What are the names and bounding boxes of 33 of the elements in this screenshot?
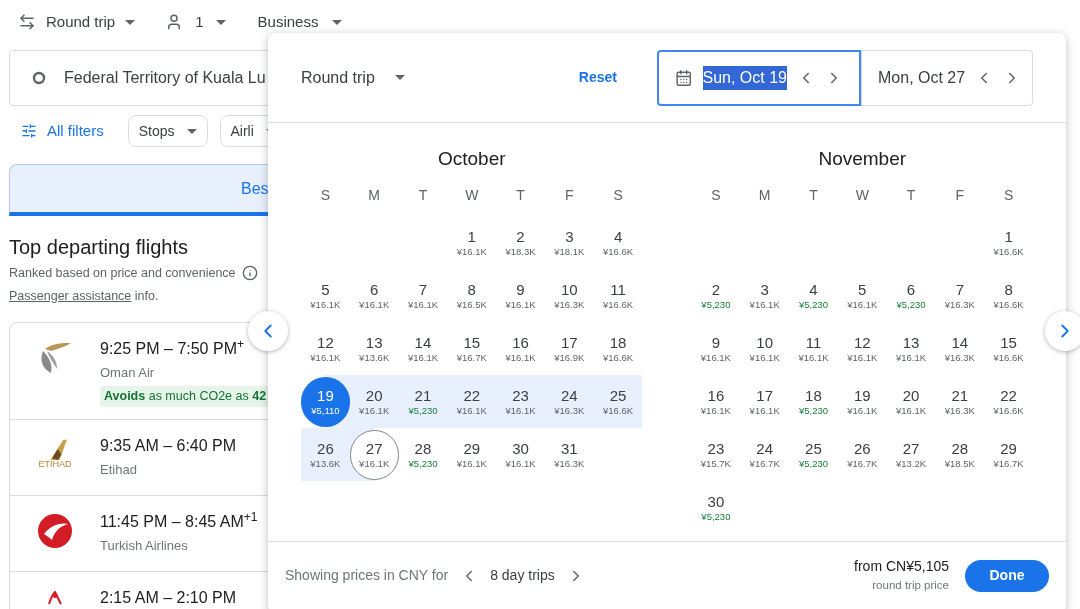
emissions-badge: Avoids as much CO2e as 42 xyxy=(100,386,271,407)
weekday-label: T xyxy=(808,186,819,205)
flight-times: 11:45 PM – 8:45 AM$^{+1}$ xyxy=(100,509,258,532)
weekday-label: S xyxy=(612,186,624,205)
weekday-label: W xyxy=(464,186,480,205)
trip-length: 8 day trips xyxy=(490,566,555,585)
weekday-label: M xyxy=(367,186,381,205)
currency-note: Showing prices in CNY for xyxy=(285,566,449,585)
weekday-label: W xyxy=(854,186,870,205)
date-value: Mon, Oct 27 xyxy=(878,67,966,88)
ranking-note: Ranked based on price and convenience xyxy=(9,265,236,282)
weekday-label: S xyxy=(1002,186,1015,205)
weekday-label: F xyxy=(564,186,575,205)
flight-times: 2:15 AM – 2:10 PM xyxy=(100,587,237,608)
weekday-label: T xyxy=(417,186,429,205)
flight-times: 9:25 PM – 7:50 PM$^{+}$ xyxy=(100,336,245,359)
airline-name: Oman Air xyxy=(100,363,156,382)
weekday-label: F xyxy=(954,186,966,205)
logo-wordmark: ETIHAD xyxy=(38,459,72,469)
airline-name: Etihad xyxy=(100,460,138,479)
weekday-label: S xyxy=(319,186,332,205)
airline-name: Turkish Airlines xyxy=(100,536,189,555)
weekday-label: M xyxy=(757,186,772,205)
from-price: from CN¥5,105 xyxy=(854,557,949,577)
month-title: November xyxy=(817,147,908,171)
weekday-label: T xyxy=(515,186,526,205)
date-value: Sun, Oct 19 xyxy=(702,65,787,90)
section-title: Top departing flights xyxy=(9,235,188,260)
flight-times: 9:35 AM – 6:40 PM xyxy=(100,435,237,456)
price-note: round trip price xyxy=(872,578,949,594)
weekday-label: T xyxy=(905,186,917,205)
weekday-label: S xyxy=(710,186,722,205)
month-title: October xyxy=(436,147,507,171)
